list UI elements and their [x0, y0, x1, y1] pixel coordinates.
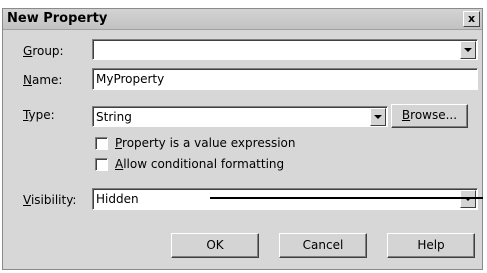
visibility-combobox[interactable]: Hidden [92, 188, 478, 210]
chevron-down-icon [374, 115, 382, 119]
group-label: Group: [23, 44, 64, 58]
callout-line [210, 197, 483, 199]
conditional-formatting-label: Allow conditional formatting [115, 157, 285, 171]
browse-button[interactable]: Browse... [391, 104, 468, 128]
chevron-down-icon [464, 48, 472, 52]
visibility-dropdown-button[interactable] [460, 190, 476, 208]
group-dropdown-button[interactable] [460, 41, 476, 59]
ok-button[interactable]: OK [171, 233, 259, 258]
group-combobox[interactable] [92, 39, 478, 60]
type-dropdown-button[interactable] [370, 108, 386, 126]
name-value: MyProperty [96, 72, 165, 86]
conditional-formatting-checkbox[interactable] [95, 158, 108, 171]
visibility-label: Visibility: [23, 193, 77, 207]
value-expression-checkbox[interactable] [95, 137, 108, 150]
name-label: Name: [23, 73, 63, 87]
close-icon: x [467, 12, 476, 25]
help-button[interactable]: Help [387, 233, 475, 258]
dialog-title: New Property [7, 11, 108, 26]
value-expression-label: Property is a value expression [115, 136, 296, 150]
type-value: String [96, 110, 132, 124]
visibility-value: Hidden [96, 192, 139, 206]
close-button[interactable]: x [463, 11, 480, 27]
type-combobox[interactable]: String [92, 106, 388, 127]
name-field[interactable]: MyProperty [92, 68, 478, 90]
title-bar: New Property x [3, 9, 482, 30]
type-label: Type: [23, 108, 55, 122]
new-property-dialog: New Property x Group: Name: MyProperty T… [2, 8, 483, 270]
cancel-button[interactable]: Cancel [279, 233, 367, 258]
